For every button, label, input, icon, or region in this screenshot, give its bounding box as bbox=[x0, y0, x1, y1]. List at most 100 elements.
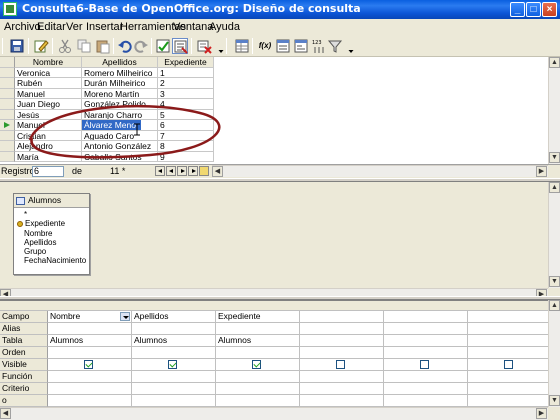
funcion-cell[interactable] bbox=[468, 371, 548, 383]
field-item-fechanacimiento[interactable]: FechaNacimiento bbox=[17, 256, 89, 265]
criterio-cell[interactable] bbox=[132, 383, 216, 395]
scroll-left-icon[interactable]: ◀ bbox=[0, 408, 11, 419]
cell-expediente[interactable]: 1 bbox=[158, 67, 214, 78]
cell-apellidos[interactable]: Naranjo Charro bbox=[82, 109, 158, 120]
design-vertical-scrollbar[interactable]: ▲ ▼ bbox=[548, 182, 560, 288]
orden-cell[interactable] bbox=[132, 347, 216, 359]
alias-icon[interactable] bbox=[293, 38, 309, 54]
table-row[interactable]: Jesús Naranjo Charro 5 bbox=[0, 109, 215, 120]
o-cell[interactable] bbox=[300, 395, 384, 407]
alias-cell[interactable] bbox=[48, 323, 132, 335]
criterio-cell[interactable] bbox=[384, 383, 468, 395]
cell-nombre[interactable]: Rubén bbox=[15, 78, 82, 89]
close-button[interactable]: × bbox=[542, 2, 557, 17]
table-row[interactable]: María Caballo Santos 9 bbox=[0, 151, 215, 162]
first-record-button[interactable] bbox=[155, 166, 165, 176]
funcion-cell[interactable] bbox=[48, 371, 132, 383]
visible-checkbox-5[interactable] bbox=[420, 360, 429, 369]
o-cell[interactable] bbox=[132, 395, 216, 407]
maximize-button[interactable]: □ bbox=[526, 2, 541, 17]
criterio-cell[interactable] bbox=[468, 383, 548, 395]
cell-apellidos-editing[interactable]: Álvarez Menor bbox=[82, 120, 158, 131]
results-vertical-scrollbar[interactable]: ▲ ▼ bbox=[548, 57, 560, 164]
tabla-cell-6[interactable] bbox=[468, 335, 548, 347]
cell-expediente[interactable]: 7 bbox=[158, 130, 214, 141]
cell-apellidos[interactable]: Aguado Caro bbox=[82, 130, 158, 141]
criteria-horizontal-scrollbar[interactable]: ◀ ▶ bbox=[0, 407, 548, 420]
chevron-down-icon[interactable] bbox=[213, 38, 224, 54]
chevron-down-icon[interactable] bbox=[343, 38, 354, 54]
table-row[interactable]: Manuel Moreno Martín 3 bbox=[0, 88, 215, 99]
cell-expediente[interactable]: 4 bbox=[158, 99, 214, 110]
visible-checkbox-3[interactable] bbox=[252, 360, 261, 369]
row-header[interactable] bbox=[0, 78, 15, 89]
visible-checkbox-4[interactable] bbox=[336, 360, 345, 369]
field-item-nombre[interactable]: Nombre bbox=[17, 229, 89, 238]
table-row[interactable]: Alejandro Antonio González 8 bbox=[0, 141, 215, 152]
table-window-title[interactable]: Alumnos bbox=[14, 194, 89, 208]
save-icon[interactable] bbox=[9, 38, 25, 54]
cut-icon[interactable] bbox=[57, 38, 73, 54]
cell-expediente[interactable]: 9 bbox=[158, 151, 214, 162]
menu-archivo[interactable]: Archivo bbox=[4, 21, 41, 33]
menu-ventana[interactable]: Ventana bbox=[173, 21, 213, 33]
orden-cell[interactable] bbox=[468, 347, 548, 359]
table-row-selected[interactable]: Manuel Álvarez Menor 6 bbox=[0, 120, 215, 131]
campo-cell-6[interactable] bbox=[468, 311, 548, 323]
previous-record-button[interactable] bbox=[166, 166, 176, 176]
row-header[interactable] bbox=[0, 109, 15, 120]
last-record-button[interactable] bbox=[188, 166, 198, 176]
cell-apellidos[interactable]: Durán Milheirico bbox=[82, 78, 158, 89]
tabla-cell-5[interactable] bbox=[384, 335, 468, 347]
table-names-icon[interactable] bbox=[275, 38, 291, 54]
filter-icon[interactable] bbox=[327, 38, 343, 54]
scroll-up-icon[interactable]: ▲ bbox=[549, 300, 560, 311]
tabla-cell-2[interactable]: Alumnos bbox=[132, 335, 216, 347]
table-row[interactable]: Juan Diego González Polido 4 bbox=[0, 99, 215, 110]
scroll-down-icon[interactable]: ▼ bbox=[549, 152, 560, 163]
visible-checkbox-2[interactable] bbox=[168, 360, 177, 369]
o-cell[interactable] bbox=[48, 395, 132, 407]
orden-cell[interactable] bbox=[300, 347, 384, 359]
cell-nombre[interactable]: Veronica bbox=[15, 67, 82, 78]
tabla-cell-4[interactable] bbox=[300, 335, 384, 347]
menu-ayuda[interactable]: Ayuda bbox=[209, 21, 240, 33]
orden-cell[interactable] bbox=[384, 347, 468, 359]
functions-icon[interactable]: f(x) bbox=[257, 38, 273, 54]
cell-expediente[interactable]: 2 bbox=[158, 78, 214, 89]
criterio-cell[interactable] bbox=[300, 383, 384, 395]
scroll-right-icon[interactable]: ▶ bbox=[536, 166, 547, 177]
orden-cell[interactable] bbox=[216, 347, 300, 359]
next-record-button[interactable] bbox=[177, 166, 187, 176]
visible-checkbox-1[interactable] bbox=[84, 360, 93, 369]
alias-cell[interactable] bbox=[132, 323, 216, 335]
row-header[interactable] bbox=[0, 151, 15, 162]
record-number-input[interactable]: 6 bbox=[32, 166, 64, 177]
alias-cell[interactable] bbox=[468, 323, 548, 335]
scroll-up-icon[interactable]: ▲ bbox=[549, 182, 560, 193]
o-cell[interactable] bbox=[384, 395, 468, 407]
campo-cell-2[interactable]: Apellidos bbox=[132, 311, 216, 323]
table-row[interactable]: Veronica Romero Milheirico 1 bbox=[0, 67, 215, 78]
visible-checkbox-6[interactable] bbox=[504, 360, 513, 369]
cell-nombre[interactable]: María bbox=[15, 151, 82, 162]
cell-expediente[interactable]: 3 bbox=[158, 88, 214, 99]
o-cell[interactable] bbox=[216, 395, 300, 407]
new-record-button[interactable] bbox=[199, 166, 209, 176]
cell-apellidos[interactable]: Romero Milheirico bbox=[82, 67, 158, 78]
menu-editar[interactable]: Editar bbox=[37, 21, 66, 33]
scroll-up-icon[interactable]: ▲ bbox=[549, 57, 560, 68]
cell-nombre[interactable]: Alejandro bbox=[15, 141, 82, 152]
scroll-left-icon[interactable]: ◀ bbox=[212, 166, 223, 177]
results-horizontal-scrollbar[interactable]: ◀ ▶ bbox=[212, 165, 548, 177]
cell-expediente[interactable]: 5 bbox=[158, 109, 214, 120]
funcion-cell[interactable] bbox=[384, 371, 468, 383]
row-header[interactable] bbox=[0, 130, 15, 141]
column-header-nombre[interactable]: Nombre bbox=[15, 57, 82, 68]
table-window-alumnos[interactable]: Alumnos * Expediente Nombre Apellidos Gr… bbox=[13, 193, 90, 275]
row-header-current[interactable] bbox=[0, 120, 15, 131]
alias-cell[interactable] bbox=[216, 323, 300, 335]
field-item-expediente[interactable]: Expediente bbox=[17, 219, 89, 228]
chevron-down-icon[interactable] bbox=[120, 312, 130, 321]
minimize-button[interactable]: _ bbox=[510, 2, 525, 17]
